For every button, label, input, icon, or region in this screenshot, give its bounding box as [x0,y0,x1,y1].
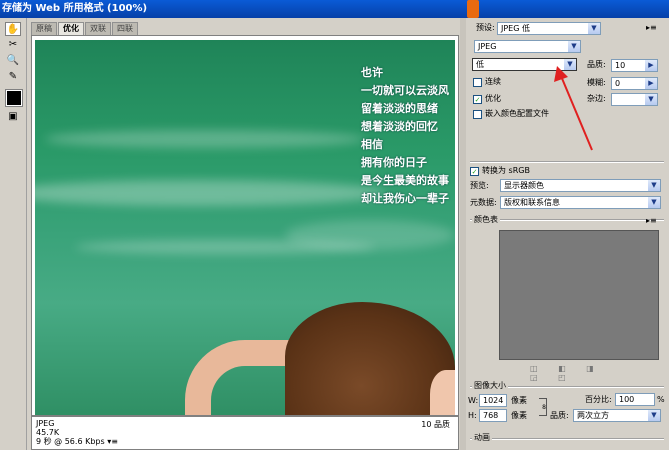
tab-2up[interactable]: 双联 [85,22,111,35]
tool-panel: ✋ ✂ 🔍 ✎ ▣ [0,18,27,450]
metadata-select[interactable]: 版权和联系信息 ▼ [500,196,661,209]
animation-title: 动画 [472,432,492,443]
status-bar: JPEG 45.7K 9 秒 @ 56.6 Kbps ▾≡ 10 品质 [31,416,459,450]
tab-4up[interactable]: 四联 [112,22,138,35]
progressive-label: 连续 [485,77,501,86]
chevron-down-icon: ▼ [648,180,660,191]
optimized-label: 优化 [485,94,501,103]
preset-select[interactable]: JPEG 低 ▼ [497,22,601,35]
download-rate-menu-icon[interactable]: ▾≡ [107,437,118,446]
preview-image: 也许 一切就可以云淡风 留着淡淡的思绪 想着淡淡的回忆 相信 拥有你的日子 是今… [35,40,455,415]
poem-line: 想着淡淡的回忆 [361,120,438,133]
embed-icc-checkbox[interactable] [473,110,482,119]
figure-face [430,370,455,415]
preview-label: 预览: [470,181,489,190]
quality-label: 品质: [587,60,606,69]
quality-value: 10 [615,61,626,70]
srgb-checkbox[interactable]: ✓ [470,167,479,176]
chevron-down-icon: ▼ [588,23,600,34]
width-label: W: [468,396,479,405]
zoom-tool-icon[interactable]: 🔍 [5,54,21,68]
poem-line: 拥有你的日子 [361,156,427,169]
poem-line: 一切就可以云淡风 [361,84,449,97]
percent-unit: % [657,395,665,404]
chevron-down-icon: ▼ [564,59,576,70]
matte-select[interactable]: ▼ [611,93,658,106]
tab-original[interactable]: 原稿 [31,22,57,35]
preview-select[interactable]: 显示器颜色 ▼ [500,179,661,192]
constrain-proportions-icon[interactable]: 8 [539,398,547,416]
poem-line: 留着淡淡的思绪 [361,102,438,115]
preset-value: JPEG 低 [501,24,530,33]
poem-line: 也许 [361,66,383,79]
chevron-down-icon: ▼ [648,410,660,421]
toggle-slices-icon[interactable]: ▣ [5,110,21,124]
chevron-down-icon: ▼ [568,41,580,52]
embed-icc-label: 嵌入颜色配置文件 [485,109,549,118]
chevron-right-icon: ▶ [645,60,657,71]
percent-input[interactable]: 100 [615,393,655,406]
status-quality: 10 品质 [421,420,450,429]
height-label: H: [468,411,477,420]
progressive-checkbox[interactable] [473,78,482,87]
metadata-value: 版权和联系信息 [504,198,560,207]
poem-line: 是今生最美的故事 [361,174,449,187]
poem-line: 却让我伤心一辈子 [361,192,449,205]
divider [470,438,664,440]
blur-select[interactable]: 0 ▶ [611,77,658,90]
format-value: JPEG [478,42,497,51]
resample-quality-label: 品质: [550,411,569,420]
settings-menu-icon[interactable]: ▸≡ [646,23,657,32]
window-title-bar: 存储为 Web 所用格式 (100%) [0,0,669,18]
matte-label: 杂边: [587,94,606,103]
width-input[interactable]: 1024 [479,394,507,407]
eyedropper-tool-icon[interactable]: ✎ [5,70,21,84]
title-bar-decoration [467,0,479,18]
preview-value: 显示器颜色 [504,181,544,190]
status-format: JPEG [36,419,55,428]
percent-label: 百分比: [585,395,612,404]
status-size: 45.7K [36,428,60,437]
figure-arm [185,340,295,415]
blur-label: 模糊: [587,78,606,87]
color-table-actions-icon[interactable]: ◫ ◧ ◨ ◲ ◰ [530,364,630,382]
color-table-title: 颜色表 [472,214,500,225]
chevron-down-icon: ▼ [645,94,657,105]
height-unit: 像素 [511,411,527,420]
preview-canvas[interactable]: 也许 一切就可以云淡风 留着淡淡的思绪 想着淡淡的回忆 相信 拥有你的日子 是今… [31,35,459,416]
poem-line: 相信 [361,138,383,151]
chevron-down-icon: ▼ [648,197,660,208]
format-select[interactable]: JPEG ▼ [474,40,581,53]
eyedropper-color-swatch[interactable] [5,89,23,107]
color-table-menu-icon[interactable]: ▸≡ [646,216,657,225]
divider [470,161,664,163]
blur-value: 0 [615,79,621,88]
quality-select[interactable]: 10 ▶ [611,59,658,72]
resample-quality-select[interactable]: 两次立方 ▼ [573,409,661,422]
optimized-checkbox[interactable]: ✓ [473,95,482,104]
status-download-time: 9 秒 @ 56.6 Kbps [36,437,105,446]
metadata-label: 元数据: [470,198,497,207]
window-title: 存储为 Web 所用格式 (100%) [2,3,148,14]
chevron-right-icon: ▶ [645,78,657,89]
height-input[interactable]: 768 [479,409,507,422]
slice-select-tool-icon[interactable]: ✂ [5,38,21,52]
srgb-label: 转换为 sRGB [482,166,530,175]
view-tabs: 原稿 优化 双联 四联 [31,22,139,35]
hand-tool-icon[interactable]: ✋ [5,22,21,36]
width-unit: 像素 [511,396,527,405]
poem-text: 也许 一切就可以云淡风 留着淡淡的思绪 想着淡淡的回忆 相信 拥有你的日子 是今… [361,64,449,208]
image-size-title: 图像大小 [472,380,508,391]
resample-quality-value: 两次立方 [577,411,609,420]
compression-value: 低 [476,60,484,69]
compression-select[interactable]: 低 ▼ [472,58,577,71]
color-table-grid[interactable] [499,230,659,360]
preset-label: 预设: [476,23,495,32]
tab-optimized[interactable]: 优化 [58,22,84,35]
